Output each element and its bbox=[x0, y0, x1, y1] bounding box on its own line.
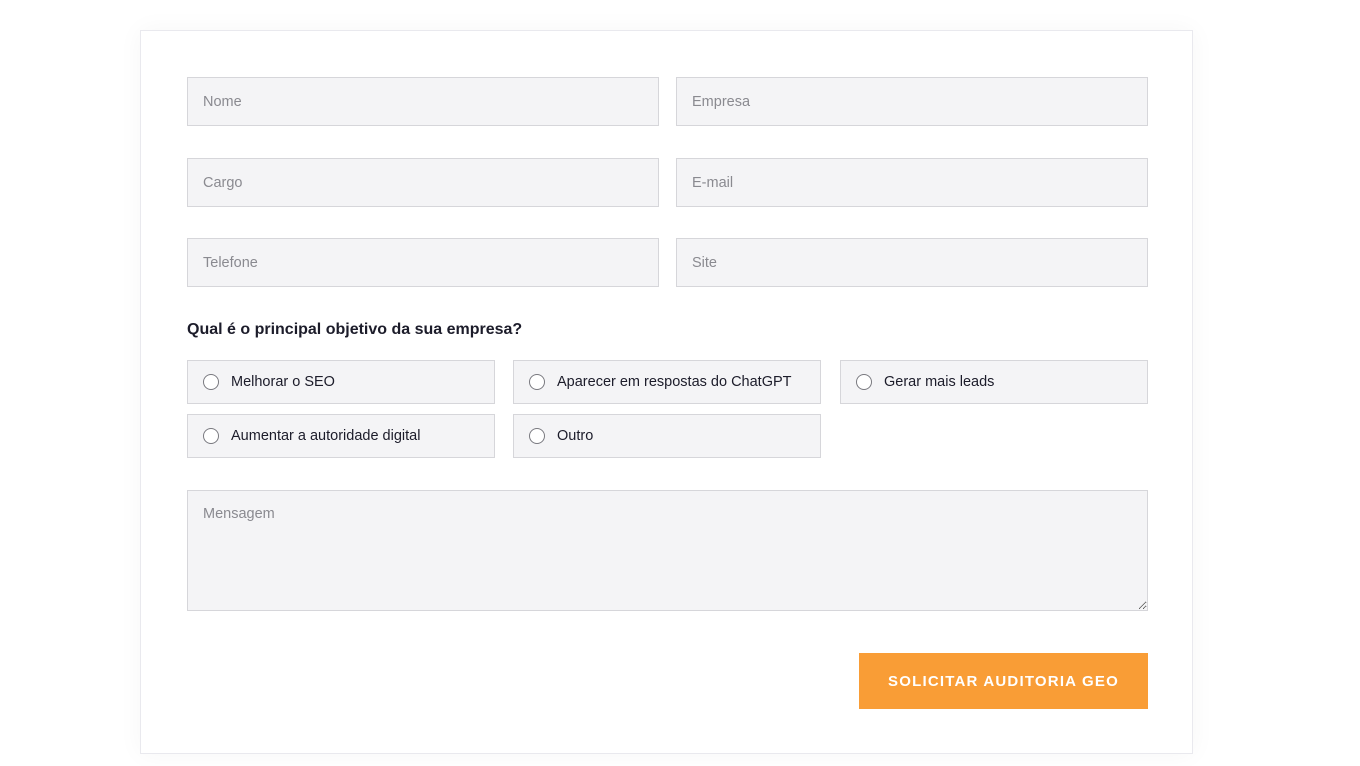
radio-button[interactable] bbox=[203, 428, 219, 444]
option-melhorar-seo[interactable]: Melhorar o SEO bbox=[187, 360, 495, 404]
option-autoridade-digital[interactable]: Aumentar a autoridade digital bbox=[187, 414, 495, 458]
empresa-input[interactable] bbox=[676, 77, 1148, 126]
radio-button[interactable] bbox=[529, 428, 545, 444]
mensagem-textarea[interactable] bbox=[187, 490, 1148, 611]
radio-button[interactable] bbox=[529, 374, 545, 390]
option-label: Aparecer em respostas do ChatGPT bbox=[557, 374, 792, 390]
radio-button[interactable] bbox=[203, 374, 219, 390]
option-outro[interactable]: Outro bbox=[513, 414, 821, 458]
cargo-input[interactable] bbox=[187, 158, 659, 207]
telefone-input[interactable] bbox=[187, 238, 659, 287]
nome-input[interactable] bbox=[187, 77, 659, 126]
option-label: Gerar mais leads bbox=[884, 374, 995, 390]
email-input[interactable] bbox=[676, 158, 1148, 207]
option-aparecer-chatgpt[interactable]: Aparecer em respostas do ChatGPT bbox=[513, 360, 821, 404]
site-input[interactable] bbox=[676, 238, 1148, 287]
contact-form-card: Qual é o principal objetivo da sua empre… bbox=[140, 30, 1193, 754]
option-label: Outro bbox=[557, 428, 594, 444]
submit-button[interactable]: SOLICITAR AUDITORIA GEO bbox=[859, 653, 1148, 709]
radio-button[interactable] bbox=[856, 374, 872, 390]
option-gerar-leads[interactable]: Gerar mais leads bbox=[840, 360, 1148, 404]
option-label: Aumentar a autoridade digital bbox=[231, 428, 421, 444]
objective-question: Qual é o principal objetivo da sua empre… bbox=[187, 321, 523, 338]
option-label: Melhorar o SEO bbox=[231, 374, 335, 390]
